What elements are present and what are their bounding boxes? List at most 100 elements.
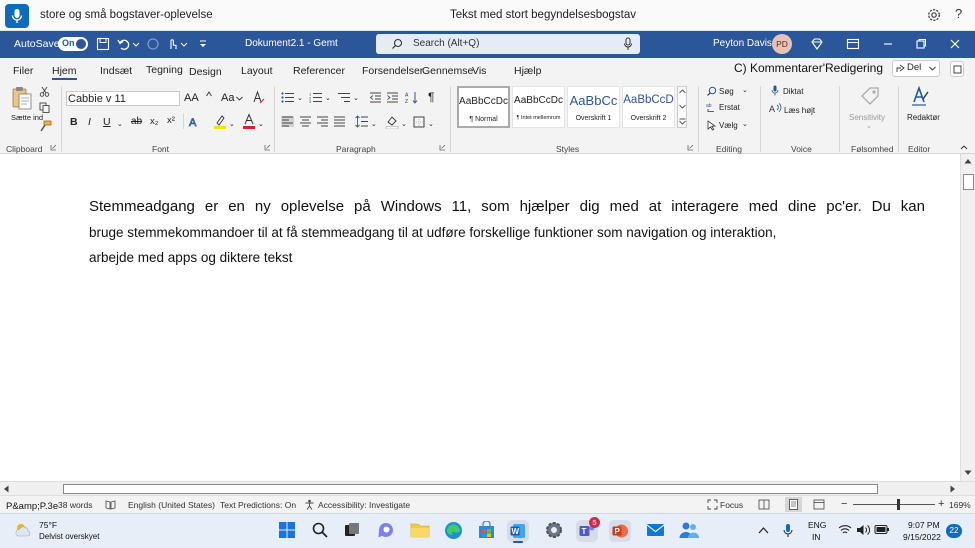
sensitivity-dropdown-icon[interactable]: ⌄ <box>866 122 872 130</box>
cut-icon[interactable] <box>39 86 50 97</box>
text-predictions-status[interactable]: Text Predictions: On <box>220 500 296 510</box>
select-button[interactable]: Vælg <box>719 121 738 130</box>
share-button[interactable]: Del <box>892 60 940 77</box>
strikethrough-icon[interactable]: ab <box>131 116 142 127</box>
replace-icon[interactable]: ab <box>706 102 717 113</box>
touch-mode-icon[interactable] <box>166 37 180 51</box>
tab-home[interactable]: Hjem <box>52 65 77 77</box>
teams-chat-icon[interactable] <box>377 521 396 540</box>
avatar[interactable]: PD <box>772 34 792 54</box>
styles-scroll[interactable] <box>677 86 687 128</box>
highlight-icon[interactable] <box>213 113 227 129</box>
dialog-launcher-icon[interactable] <box>687 144 694 151</box>
borders-icon[interactable] <box>413 116 425 128</box>
dictate-button[interactable]: Diktat <box>783 87 803 96</box>
close-icon[interactable] <box>948 37 962 51</box>
dialog-launcher-icon[interactable] <box>439 144 446 151</box>
page-indicator[interactable]: P&amp;P.3e <box>6 501 58 512</box>
accessibility-status[interactable]: Accessibility: Investigate <box>318 500 410 510</box>
scroll-left-icon[interactable] <box>3 485 9 493</box>
file-explorer-icon[interactable] <box>410 521 430 539</box>
tab-design[interactable]: Design <box>189 66 222 78</box>
comments-button[interactable]: C) Kommentarer'Redigering <box>734 61 883 75</box>
tab-insert[interactable]: Indsæt <box>100 65 132 77</box>
align-center-icon[interactable] <box>299 116 312 127</box>
numbering-dropdown-icon[interactable]: ⌄ <box>325 94 331 102</box>
language-status[interactable]: English (United States) <box>128 500 215 510</box>
sort-icon[interactable]: A Z <box>405 91 419 104</box>
vertical-scroll-thumb[interactable] <box>963 174 974 190</box>
accessibility-icon[interactable] <box>304 499 315 510</box>
font-color-icon[interactable] <box>242 113 256 129</box>
search-icon[interactable] <box>706 86 717 97</box>
copy-icon[interactable] <box>39 102 50 113</box>
weather-temperature[interactable]: 75°F <box>39 520 57 530</box>
input-region[interactable]: IN <box>812 532 821 542</box>
underline-icon[interactable]: U <box>103 116 111 128</box>
chevron-down-icon[interactable] <box>236 96 243 101</box>
style-normal[interactable]: AaBbCcDc ¶ Normal <box>457 86 510 128</box>
undo-icon[interactable] <box>117 37 131 51</box>
change-case-button[interactable]: Aa <box>221 92 234 104</box>
restore-icon[interactable] <box>914 37 928 51</box>
zoom-slider[interactable] <box>853 499 935 510</box>
tab-references[interactable]: Referencer <box>293 65 345 77</box>
tab-draw[interactable]: Tegning <box>146 64 183 76</box>
proofing-icon[interactable] <box>105 499 116 510</box>
search-box[interactable]: Search (Alt+Q) <box>376 34 640 54</box>
multilevel-list-icon[interactable] <box>337 92 351 103</box>
multilevel-dropdown-icon[interactable]: ⌄ <box>353 94 359 102</box>
text-effects-icon[interactable]: A <box>188 115 204 129</box>
bullets-dropdown-icon[interactable]: ⌄ <box>297 94 303 102</box>
teams-app-button[interactable]: T 5 <box>576 517 600 542</box>
editor-button[interactable]: Redaktør <box>907 113 940 122</box>
customize-toolbar-icon[interactable] <box>198 37 208 51</box>
bullets-icon[interactable] <box>281 92 295 103</box>
search-mic-icon[interactable] <box>623 37 633 51</box>
sensitivity-icon[interactable] <box>859 85 881 107</box>
font-color-dropdown-icon[interactable]: ⌄ <box>258 120 264 128</box>
decrease-indent-icon[interactable] <box>369 92 382 103</box>
tab-review[interactable]: Gennemse <box>422 65 473 77</box>
clock-time[interactable]: 9:07 PM <box>908 520 940 530</box>
search-icon[interactable] <box>311 521 329 539</box>
partly-cloudy-icon[interactable] <box>13 521 33 539</box>
read-mode-icon[interactable] <box>758 499 770 510</box>
mail-icon[interactable] <box>646 522 665 538</box>
task-view-icon[interactable] <box>343 521 361 539</box>
minimize-icon[interactable] <box>881 37 895 51</box>
shading-icon[interactable] <box>385 114 399 129</box>
zoom-slider-thumb[interactable] <box>897 499 900 510</box>
focus-icon[interactable] <box>707 499 718 510</box>
clock-date[interactable]: 9/15/2022 <box>903 532 941 542</box>
ribbon-options-button[interactable] <box>950 61 964 77</box>
focus-button[interactable]: Focus <box>720 500 743 510</box>
shading-dropdown-icon[interactable]: ⌄ <box>401 120 407 128</box>
document-body[interactable]: Stemmeadgang er en ny oplevelse på Windo… <box>89 198 925 267</box>
word-count[interactable]: 38 words <box>58 500 93 510</box>
scroll-right-icon[interactable] <box>950 485 956 493</box>
notification-badge[interactable]: 22 <box>946 524 962 538</box>
vertical-scrollbar[interactable] <box>960 154 975 481</box>
font-name-box[interactable]: Cabbie v 11 <box>66 91 180 106</box>
underline-dropdown-icon[interactable]: ⌄ <box>117 120 123 128</box>
grow-font-button[interactable]: AA <box>184 92 199 104</box>
microphone-icon[interactable] <box>783 523 793 538</box>
zoom-out-button[interactable]: − <box>841 498 847 510</box>
editor-icon[interactable] <box>908 85 930 107</box>
format-painter-icon[interactable] <box>39 120 52 132</box>
style-no-spacing[interactable]: AaBbCcDc ¶ Intet mellemrum <box>512 86 565 128</box>
numbering-icon[interactable]: 1 2 3 <box>309 92 323 103</box>
windows-start-icon[interactable] <box>278 521 296 539</box>
document-canvas[interactable]: Stemmeadgang er en ny oplevelse på Windo… <box>0 154 960 481</box>
tab-view[interactable]: Vis <box>472 65 486 77</box>
increase-indent-icon[interactable] <box>386 92 399 103</box>
dialog-launcher-icon[interactable] <box>264 144 271 151</box>
zoom-level[interactable]: 169% <box>949 500 971 510</box>
settings-gear-icon[interactable] <box>544 520 564 540</box>
undo-dropdown-icon[interactable] <box>132 37 140 51</box>
redo-icon[interactable] <box>146 37 160 51</box>
scroll-up-icon[interactable] <box>964 158 972 164</box>
align-left-icon[interactable] <box>281 116 294 127</box>
align-right-icon[interactable] <box>316 116 329 127</box>
